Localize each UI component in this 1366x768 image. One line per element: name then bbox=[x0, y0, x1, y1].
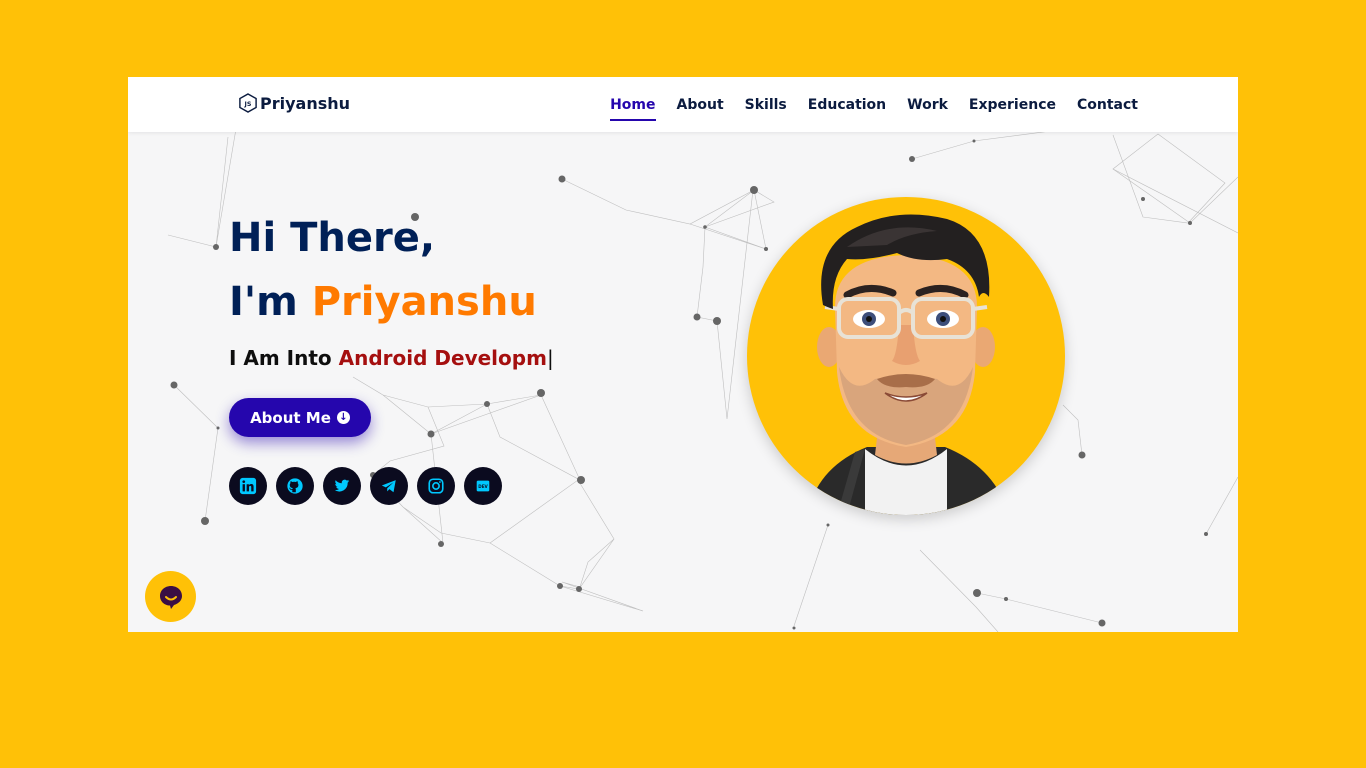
avatar bbox=[747, 197, 1065, 515]
hero-intro: Hi There, I'm Priyanshu I Am Into Androi… bbox=[229, 212, 554, 370]
hero-title: I'm Priyanshu bbox=[229, 276, 554, 328]
typing-cursor: | bbox=[546, 346, 554, 370]
nav-experience[interactable]: Experience bbox=[969, 91, 1056, 119]
hero-name: Priyanshu bbox=[311, 279, 537, 325]
nav-skills[interactable]: Skills bbox=[745, 91, 787, 119]
typing-prefix: I Am Into bbox=[229, 346, 339, 370]
nav-work[interactable]: Work bbox=[907, 91, 948, 119]
nav-education[interactable]: Education bbox=[808, 91, 886, 119]
brand-name: Priyanshu bbox=[260, 93, 351, 113]
hero-greeting: Hi There, bbox=[229, 215, 436, 261]
memoji-avatar bbox=[807, 214, 1009, 515]
dev-link[interactable]: DEV bbox=[464, 467, 502, 505]
twitter-icon bbox=[334, 479, 350, 492]
hero-intro-prefix: I'm bbox=[229, 279, 312, 325]
nav-contact[interactable]: Contact bbox=[1077, 91, 1138, 119]
browser-viewport: JS Priyanshu Home About Skills Education… bbox=[128, 77, 1238, 632]
nav-home[interactable]: Home bbox=[610, 91, 656, 121]
typed-text: Android Developm bbox=[338, 346, 547, 370]
dev-icon: DEV bbox=[476, 480, 490, 492]
typing-line: I Am Into Android Developm| bbox=[229, 346, 554, 370]
about-me-label: About Me bbox=[250, 408, 331, 427]
chat-bubble-icon bbox=[159, 585, 182, 609]
brand-logo[interactable]: JS Priyanshu bbox=[239, 93, 350, 113]
github-link[interactable] bbox=[276, 467, 314, 505]
svg-text:JS: JS bbox=[244, 101, 252, 108]
telegram-icon bbox=[381, 480, 396, 493]
navbar: JS Priyanshu Home About Skills Education… bbox=[128, 77, 1238, 132]
about-me-button[interactable]: About Me ↓ bbox=[229, 398, 371, 437]
arrow-down-circle-icon: ↓ bbox=[336, 411, 350, 424]
linkedin-icon bbox=[239, 477, 257, 495]
dev-label: DEV bbox=[478, 484, 488, 489]
twitter-link[interactable] bbox=[323, 467, 361, 505]
nodejs-hexagon-icon: JS bbox=[239, 93, 257, 113]
linkedin-link[interactable] bbox=[229, 467, 267, 505]
nav-menu: Home About Skills Education Work Experie… bbox=[610, 77, 1138, 132]
github-icon bbox=[287, 478, 303, 494]
instagram-icon bbox=[428, 478, 444, 494]
chat-widget-button[interactable] bbox=[145, 571, 196, 622]
telegram-link[interactable] bbox=[370, 467, 408, 505]
nav-about[interactable]: About bbox=[677, 91, 724, 119]
instagram-link[interactable] bbox=[417, 467, 455, 505]
social-links: DEV bbox=[229, 467, 502, 505]
